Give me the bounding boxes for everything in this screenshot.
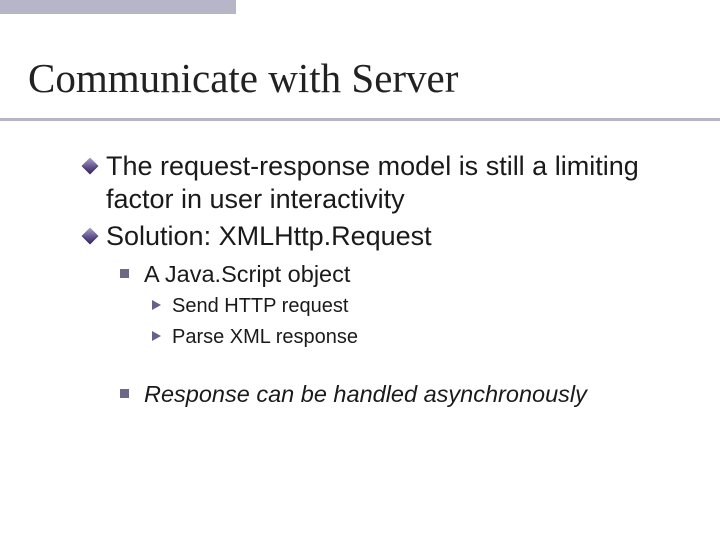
diamond-icon xyxy=(82,227,99,244)
slide-title: Communicate with Server xyxy=(28,54,458,102)
slide-body: The request-response model is still a li… xyxy=(84,150,680,410)
accent-bar xyxy=(0,0,236,14)
bullet-level3: Parse XML response xyxy=(152,324,680,351)
diamond-icon xyxy=(82,158,99,175)
square-icon xyxy=(120,389,129,398)
bullet-text: The request-response model is still a li… xyxy=(106,151,639,214)
bullet-text: Parse XML response xyxy=(172,326,358,348)
bullet-text: Send HTTP request xyxy=(172,295,348,317)
bullet-level2: Response can be handled asynchronously xyxy=(120,379,680,410)
title-underline xyxy=(0,118,720,121)
bullet-level1: The request-response model is still a li… xyxy=(84,150,680,216)
bullet-text: Solution: XMLHttp.Request xyxy=(106,221,432,251)
bullet-level2: A Java.Script object xyxy=(120,259,680,290)
square-icon xyxy=(120,269,129,278)
bullet-level3: Send HTTP request xyxy=(152,293,680,320)
wedge-icon xyxy=(152,331,161,341)
bullet-text: A Java.Script object xyxy=(144,261,350,287)
bullet-text: Response can be handled asynchronously xyxy=(144,381,587,407)
spacer xyxy=(84,351,680,373)
slide: Communicate with Server The request-resp… xyxy=(0,0,720,540)
wedge-icon xyxy=(152,300,161,310)
bullet-level1: Solution: XMLHttp.Request xyxy=(84,220,680,253)
